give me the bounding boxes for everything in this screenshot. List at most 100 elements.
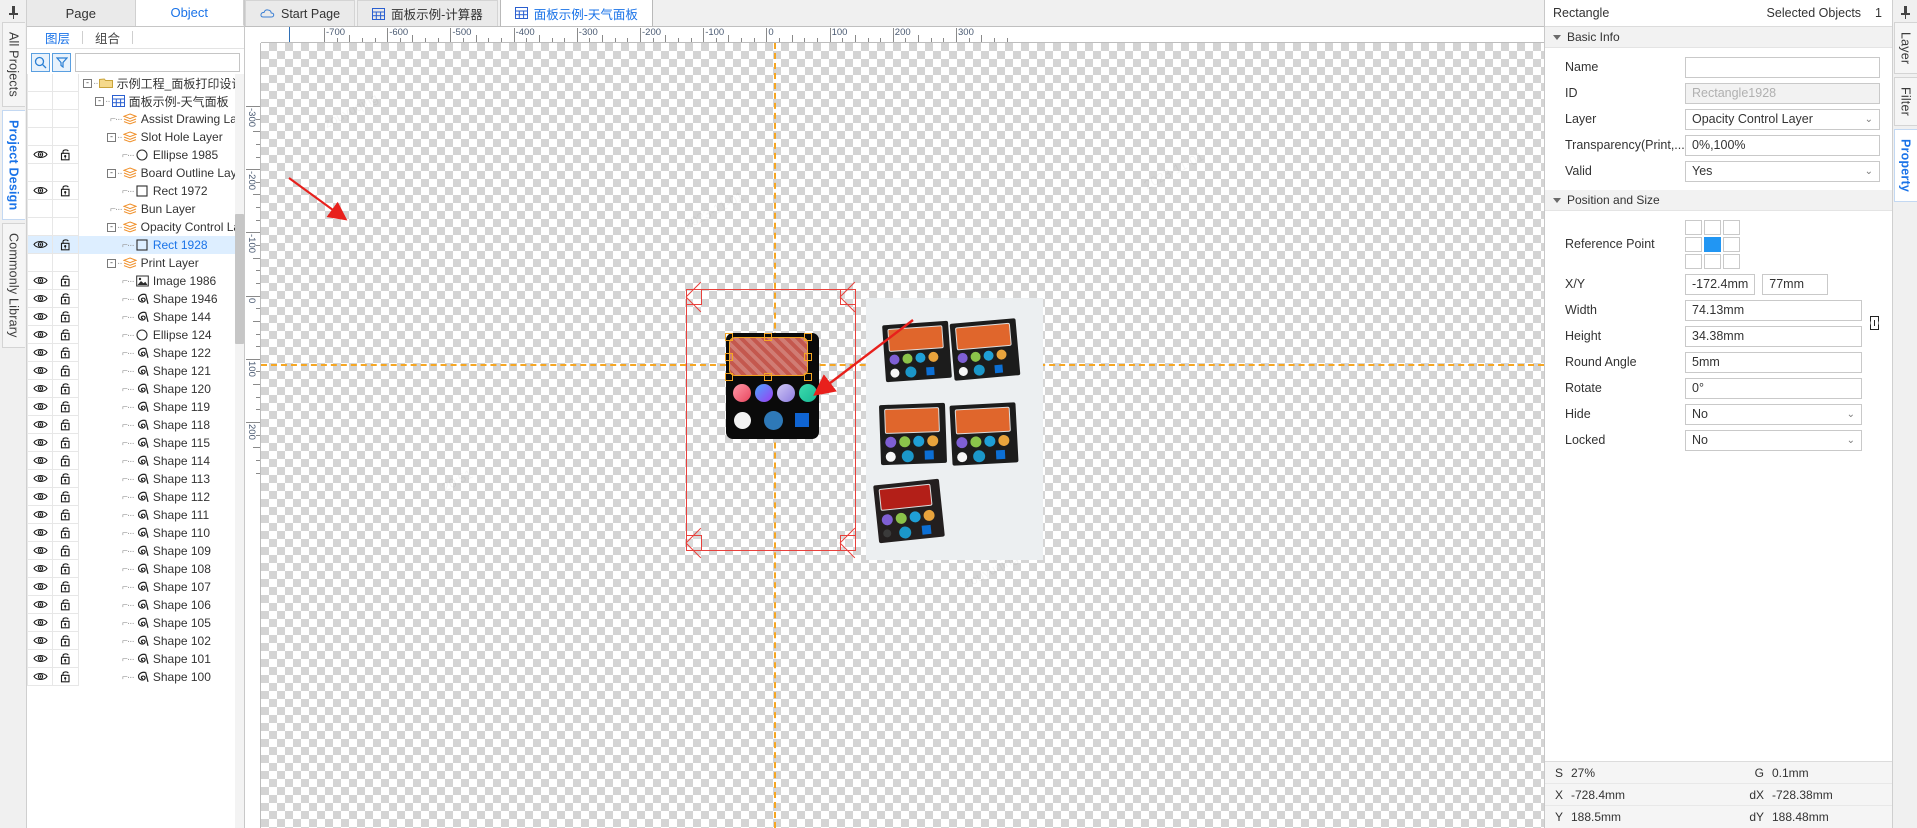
resize-handle-s[interactable]	[764, 373, 772, 381]
subtab-groups[interactable]: 组合	[83, 28, 132, 47]
panel-photo[interactable]	[866, 298, 1043, 560]
lock-open-icon[interactable]	[53, 560, 79, 578]
visibility-eye-icon[interactable]	[27, 668, 53, 686]
horizontal-ruler[interactable]: -700 -600 -500 -400 -300 -200 -100 0 100 200 300	[261, 27, 1544, 43]
tree-item[interactable]: ⌐··· Shape 102	[79, 634, 211, 648]
tree-item[interactable]: ⌐··· Shape 118	[79, 418, 210, 432]
tree-row[interactable]: - ·· 示例工程_面板打印设计	[27, 74, 244, 92]
tree-item[interactable]: ⌐··· Bun Layer	[79, 202, 196, 216]
lock-open-icon[interactable]	[53, 398, 79, 416]
tree-row[interactable]: ⌐··· Shape 122	[27, 344, 244, 362]
lock-open-icon[interactable]	[53, 452, 79, 470]
lock-open-icon[interactable]	[53, 542, 79, 560]
tree-expander[interactable]: -	[107, 222, 116, 232]
tree-scrollbar[interactable]	[235, 74, 244, 828]
x-field[interactable]: -172.4mm	[1685, 273, 1756, 295]
tree-item[interactable]: - ·· 面板示例-天气面板	[79, 93, 229, 110]
tree-expander[interactable]: -	[107, 258, 116, 268]
resize-handle-ne[interactable]	[804, 333, 812, 341]
tree-item[interactable]: ⌐··· Shape 110	[79, 526, 210, 540]
visibility-eye-icon[interactable]	[27, 434, 53, 452]
slot-hole-top-right[interactable]	[840, 289, 856, 305]
visibility-eye-icon[interactable]	[27, 290, 53, 308]
tree-row[interactable]: ⌐··· Shape 118	[27, 416, 244, 434]
doc-tab-start-page[interactable]: Start Page	[245, 0, 356, 26]
lock-open-icon[interactable]	[53, 380, 79, 398]
tree-row[interactable]: ⌐··· Image 1986	[27, 272, 244, 290]
visibility-eye-icon[interactable]	[27, 272, 53, 290]
aspect-link-icon[interactable]	[1868, 316, 1880, 330]
tab-page[interactable]: Page	[27, 0, 136, 26]
visibility-eye-icon[interactable]	[27, 398, 53, 416]
tree-item[interactable]: - ·· Slot Hole Layer	[79, 130, 223, 144]
visibility-eye-icon[interactable]	[27, 308, 53, 326]
tree-row[interactable]: ⌐··· Shape 112	[27, 488, 244, 506]
tree-item[interactable]: ⌐··· Shape 114	[79, 454, 210, 468]
tree-item[interactable]: ⌐··· Shape 107	[79, 580, 211, 594]
tree-row[interactable]: ⌐··· Rect 1972	[27, 182, 244, 200]
visibility-eye-icon[interactable]	[27, 506, 53, 524]
visibility-eye-icon[interactable]	[27, 650, 53, 668]
visibility-eye-icon[interactable]	[27, 524, 53, 542]
resize-handle-nw[interactable]	[725, 333, 733, 341]
lock-open-icon[interactable]	[53, 308, 79, 326]
rail-tab-layer[interactable]: Layer	[1893, 22, 1917, 75]
resize-handle-sw[interactable]	[725, 373, 733, 381]
tree-item[interactable]: ⌐··· Shape 115	[79, 436, 210, 450]
tree-row[interactable]: ⌐··· Assist Drawing Layer	[27, 110, 244, 128]
tree-row[interactable]: ⌐··· Shape 120	[27, 380, 244, 398]
tree-item[interactable]: ⌐··· Ellipse 1985	[79, 148, 218, 162]
tree-item[interactable]: ⌐··· Shape 1946	[79, 292, 218, 306]
tree-row[interactable]: ⌐··· Shape 108	[27, 560, 244, 578]
pin-icon[interactable]	[1893, 2, 1917, 22]
tree-item[interactable]: ⌐··· Shape 109	[79, 544, 211, 558]
visibility-eye-icon[interactable]	[27, 614, 53, 632]
search-input[interactable]	[75, 52, 240, 72]
visibility-eye-icon[interactable]	[27, 344, 53, 362]
tree-item[interactable]: ⌐··· Rect 1928	[79, 238, 208, 252]
tree-row[interactable]: ⌐··· Shape 102	[27, 632, 244, 650]
lock-open-icon[interactable]	[53, 488, 79, 506]
tree-item[interactable]: ⌐··· Shape 112	[79, 490, 210, 504]
visibility-eye-icon[interactable]	[27, 146, 53, 164]
ref-cell-tr[interactable]	[1723, 219, 1740, 235]
tree-row[interactable]: ⌐··· Shape 110	[27, 524, 244, 542]
tree-row[interactable]: ⌐··· Shape 109	[27, 542, 244, 560]
tree-item[interactable]: ⌐··· Shape 111	[79, 508, 209, 522]
slot-hole-top-left[interactable]	[686, 289, 702, 305]
tree-item[interactable]: ⌐··· Assist Drawing Layer	[79, 112, 244, 126]
tree-row[interactable]: ⌐··· Shape 114	[27, 452, 244, 470]
lock-open-icon[interactable]	[53, 434, 79, 452]
visibility-eye-icon[interactable]	[27, 542, 53, 560]
resize-handle-n[interactable]	[764, 333, 772, 341]
section-position-size[interactable]: Position and Size	[1545, 190, 1892, 211]
lock-open-icon[interactable]	[53, 578, 79, 596]
ref-cell-ml[interactable]	[1685, 236, 1702, 252]
slot-hole-bottom-right[interactable]	[840, 535, 856, 551]
tree-item[interactable]: ⌐··· Shape 101	[79, 652, 211, 666]
lock-open-icon[interactable]	[53, 182, 79, 200]
rail-tab-commonly-library[interactable]: Commonly Library	[1, 223, 25, 348]
visibility-eye-icon[interactable]	[27, 632, 53, 650]
doc-tab-calculator-panel[interactable]: 面板示例-计算器	[357, 0, 498, 26]
tree-row[interactable]: ⌐··· Shape 119	[27, 398, 244, 416]
ref-cell-br[interactable]	[1723, 253, 1740, 269]
visibility-eye-icon[interactable]	[27, 362, 53, 380]
lock-open-icon[interactable]	[53, 668, 79, 686]
hide-select[interactable]: No ⌄	[1685, 403, 1862, 425]
ref-cell-tl[interactable]	[1685, 219, 1702, 235]
ref-cell-tc[interactable]	[1704, 219, 1721, 235]
vertical-ruler[interactable]: -300 -200 -100 0 100 200	[245, 43, 261, 828]
section-basic-info[interactable]: Basic Info	[1545, 27, 1892, 48]
tab-object[interactable]: Object	[135, 0, 244, 26]
visibility-eye-icon[interactable]	[27, 470, 53, 488]
tree-row[interactable]: ⌐··· Shape 121	[27, 362, 244, 380]
visibility-eye-icon[interactable]	[27, 578, 53, 596]
visibility-eye-icon[interactable]	[27, 596, 53, 614]
lock-open-icon[interactable]	[53, 524, 79, 542]
visibility-eye-icon[interactable]	[27, 326, 53, 344]
tree-item[interactable]: ⌐··· Image 1986	[79, 274, 216, 288]
width-field[interactable]: 74.13mm	[1685, 299, 1862, 321]
resize-handle-e[interactable]	[804, 353, 812, 361]
lock-open-icon[interactable]	[53, 362, 79, 380]
